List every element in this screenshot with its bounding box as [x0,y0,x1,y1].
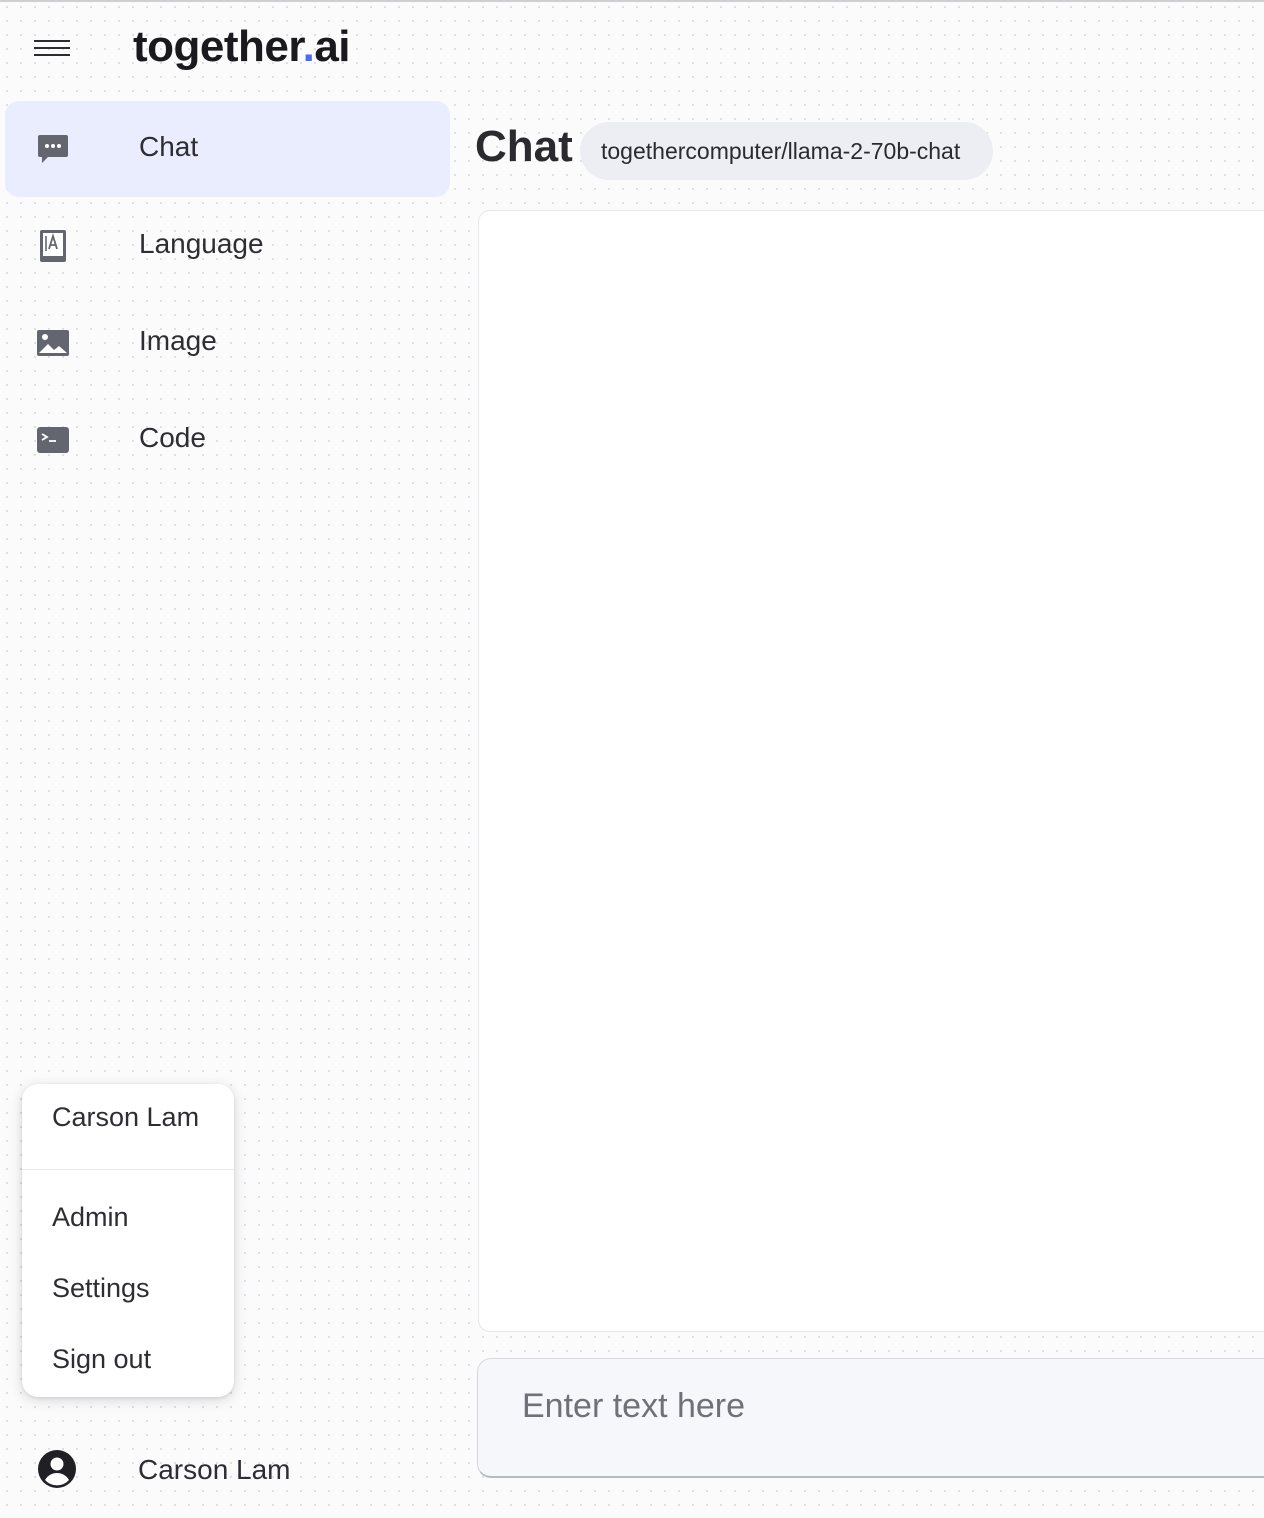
page-title: Chat [475,122,573,171]
sidebar-item-code[interactable]: Code [5,392,450,488]
model-selector-chip[interactable]: togethercomputer/llama-2-70b-chat [580,122,993,180]
user-name: Carson Lam [138,1454,291,1485]
sidebar-item-image[interactable]: Image [5,295,450,391]
logo-text-together: together [133,22,303,71]
sidebar-item-chat[interactable]: Chat [5,101,450,197]
sidebar-item-label: Code [139,422,206,453]
user-account-button[interactable]: Carson Lam [36,1448,336,1492]
menu-item-sign-out[interactable]: Sign out [22,1329,234,1389]
menu-item-admin[interactable]: Admin [22,1187,234,1247]
image-icon [37,330,69,356]
menu-item-settings[interactable]: Settings [22,1258,234,1318]
sidebar-item-label: Chat [139,131,199,162]
language-book-icon [40,230,66,262]
sidebar-item-label: Image [139,325,217,356]
chat-input[interactable] [522,1387,1262,1447]
chat-messages-panel [478,210,1264,1332]
chat-input-box[interactable] [477,1358,1264,1478]
chat-bubble-icon [38,135,68,163]
logo-text-ai: ai [314,22,351,71]
user-dropdown-menu: Carson Lam Admin Settings Sign out [22,1084,234,1397]
menu-divider [22,1169,234,1170]
logo[interactable]: together.ai [133,22,351,72]
hamburger-menu-icon[interactable] [28,32,76,68]
account-circle-icon [38,1450,76,1488]
sidebar-item-label: Language [139,228,264,259]
logo-dot: . [302,22,315,71]
sidebar-item-language[interactable]: Language [5,198,450,294]
terminal-icon [37,427,69,453]
user-menu-name: Carson Lam [52,1102,200,1132]
